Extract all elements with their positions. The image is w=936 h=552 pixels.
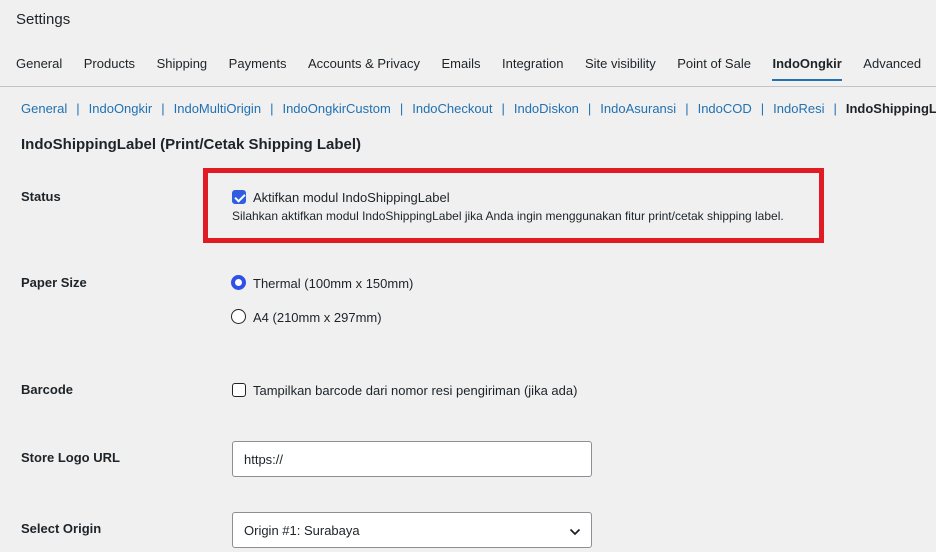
status-checkbox-label: Aktifkan modul IndoShippingLabel — [253, 190, 450, 205]
paper-size-option-thermal: Thermal (100mm x 150mm) — [253, 276, 414, 291]
status-checkbox[interactable] — [232, 190, 246, 204]
subnav-link-indocod[interactable]: IndoCOD — [698, 101, 752, 116]
status-label: Status — [21, 189, 61, 204]
store-logo-url-label: Store Logo URL — [21, 450, 120, 465]
subnav-separator: | — [399, 101, 404, 116]
highlight-box — [203, 168, 824, 243]
paper-size-label: Paper Size — [21, 275, 87, 290]
subnav-link-indoresi[interactable]: IndoResi — [773, 101, 824, 116]
select-origin-label: Select Origin — [21, 521, 102, 536]
subnav-link-indoasuransi[interactable]: IndoAsuransi — [600, 101, 676, 116]
status-description: Silahkan aktifkan modul IndoShippingLabe… — [232, 209, 784, 223]
subnav-link-general[interactable]: General — [21, 101, 67, 116]
paper-size-radio-a4[interactable] — [231, 309, 246, 324]
page-title: Settings — [16, 11, 71, 28]
barcode-label: Barcode — [21, 382, 74, 397]
subnav-separator: | — [270, 101, 274, 116]
subnav-separator: | — [76, 101, 80, 116]
subnav-link-indodiskon[interactable]: IndoDiskon — [514, 101, 579, 116]
store-logo-url-input[interactable] — [232, 441, 592, 477]
select-origin-dropdown[interactable]: Origin #1: Surabaya — [232, 512, 592, 548]
subnav-link-indomultiorigin[interactable]: IndoMultiOrigin — [174, 101, 261, 116]
tab-site-visibility[interactable]: Site visibility — [585, 56, 656, 81]
tab-products[interactable]: Products — [84, 56, 135, 81]
paper-size-option-a4: A4 (210mm x 297mm) — [253, 310, 382, 325]
subnav-link-indocheckout[interactable]: IndoCheckout — [412, 101, 492, 116]
tab-indoongkir[interactable]: IndoOngkir — [772, 56, 842, 81]
barcode-checkbox[interactable] — [232, 383, 246, 397]
subnav-current-indoshippinglabel: IndoShippingLabel — [845, 101, 936, 116]
section-title: IndoShippingLabel (Print/Cetak Shipping … — [21, 136, 361, 153]
subnav-separator: | — [833, 101, 837, 116]
tab-emails[interactable]: Emails — [441, 56, 480, 81]
sub-navigation: General | IndoOngkir | IndoMultiOrigin |… — [21, 101, 936, 116]
tab-shipping[interactable]: Shipping — [157, 56, 208, 81]
subnav-separator: | — [587, 101, 592, 116]
tab-point-of-sale[interactable]: Point of Sale — [677, 56, 751, 81]
tab-payments[interactable]: Payments — [229, 56, 287, 81]
subnav-link-indoongkir[interactable]: IndoOngkir — [89, 101, 153, 116]
subnav-separator: | — [501, 101, 505, 116]
paper-size-radio-thermal[interactable] — [231, 275, 246, 290]
select-origin-value: Origin #1: Surabaya — [244, 522, 360, 538]
tab-accounts-privacy[interactable]: Accounts & Privacy — [308, 56, 420, 81]
barcode-checkbox-label: Tampilkan barcode dari nomor resi pengir… — [253, 383, 578, 398]
subnav-separator: | — [760, 101, 765, 116]
subnav-separator: | — [685, 101, 689, 116]
tab-integration[interactable]: Integration — [502, 56, 563, 81]
settings-tabs: General Products Shipping Payments Accou… — [16, 56, 936, 81]
tab-general[interactable]: General — [16, 56, 62, 81]
subnav-link-indoongkircustom[interactable]: IndoOngkirCustom — [282, 101, 390, 116]
chevron-down-icon — [569, 525, 581, 540]
subnav-separator: | — [161, 101, 165, 116]
tabs-divider — [0, 86, 936, 87]
tab-advanced[interactable]: Advanced — [863, 56, 921, 81]
